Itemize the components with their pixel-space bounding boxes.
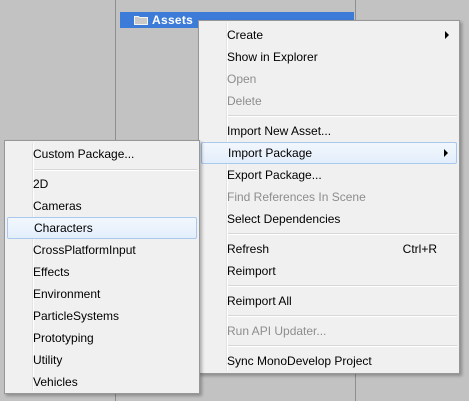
menu-item-label: Export Package... [227,168,322,182]
menu-item-label: Import Package [228,146,313,160]
menu-item-label: CrossPlatformInput [33,243,136,257]
menu-item-label: Utility [33,353,63,367]
menu-item-label: Delete [227,94,262,108]
submenu-arrow-icon [445,31,449,39]
submenu-item-vehicles[interactable]: Vehicles [7,371,197,393]
menu-item-label: Effects [33,265,70,279]
menu-item-label: Show in Explorer [227,50,318,64]
menu-item-show-in-explorer[interactable]: Show in Explorer [201,46,457,68]
folder-icon [134,16,148,25]
menu-item-label: Run API Updater... [227,324,327,338]
menu-item-label: Custom Package... [33,147,135,161]
menu-item-reimport-all[interactable]: Reimport All [201,290,457,312]
menu-separator [228,315,457,317]
menu-item-label: 2D [33,177,49,191]
menu-item-open: Open [201,68,457,90]
menu-item-refresh[interactable]: Refresh Ctrl+R [201,238,457,260]
menu-item-label: Sync MonoDevelop Project [227,354,372,368]
menu-item-import-new-asset[interactable]: Import New Asset... [201,120,457,142]
menu-item-label: Characters [34,221,93,235]
menu-item-sync-monodevelop[interactable]: Sync MonoDevelop Project [201,350,457,372]
menu-item-label: Select Dependencies [227,212,341,226]
submenu-item-environment[interactable]: Environment [7,283,197,305]
menu-item-create[interactable]: Create [201,24,457,46]
submenu-item-particlesystems[interactable]: ParticleSystems [7,305,197,327]
menu-item-label: Refresh [227,242,270,256]
submenu-item-prototyping[interactable]: Prototyping [7,327,197,349]
menu-item-label: Reimport All [227,294,292,308]
menu-item-import-package[interactable]: Import Package [201,142,457,164]
menu-item-label: Vehicles [33,375,78,389]
submenu-item-effects[interactable]: Effects [7,261,197,283]
menu-item-label: Create [227,28,264,42]
menu-separator [228,233,457,235]
context-menu: Create Show in Explorer Open Delete Impo… [198,20,460,374]
menu-item-find-references: Find References In Scene [201,186,457,208]
import-package-submenu: Custom Package... 2D Cameras Characters … [4,140,200,394]
menu-item-label: Cameras [33,199,82,213]
menu-item-label: Open [227,72,257,86]
menu-item-label: Prototyping [33,331,94,345]
submenu-item-cameras[interactable]: Cameras [7,195,197,217]
submenu-item-utility[interactable]: Utility [7,349,197,371]
assets-label: Assets [152,13,194,27]
menu-separator [228,345,457,347]
menu-item-label: Reimport [227,264,276,278]
menu-item-reimport[interactable]: Reimport [201,260,457,282]
menu-item-export-package[interactable]: Export Package... [201,164,457,186]
menu-separator [228,285,457,287]
menu-item-run-api-updater: Run API Updater... [201,320,457,342]
menu-item-delete: Delete [201,90,457,112]
submenu-arrow-icon [444,149,448,157]
submenu-item-2d[interactable]: 2D [7,173,197,195]
menu-item-label: Import New Asset... [227,124,332,138]
menu-separator [34,169,197,171]
submenu-item-custom-package[interactable]: Custom Package... [7,143,197,165]
menu-item-select-dependencies[interactable]: Select Dependencies [201,208,457,230]
menu-separator [228,115,457,117]
submenu-item-characters[interactable]: Characters [7,217,197,239]
menu-item-label: Find References In Scene [227,190,366,204]
menu-item-label: Environment [33,287,101,301]
menu-item-label: ParticleSystems [33,309,120,323]
submenu-item-crossplatforminput[interactable]: CrossPlatformInput [7,239,197,261]
shortcut-label: Ctrl+R [402,242,437,256]
